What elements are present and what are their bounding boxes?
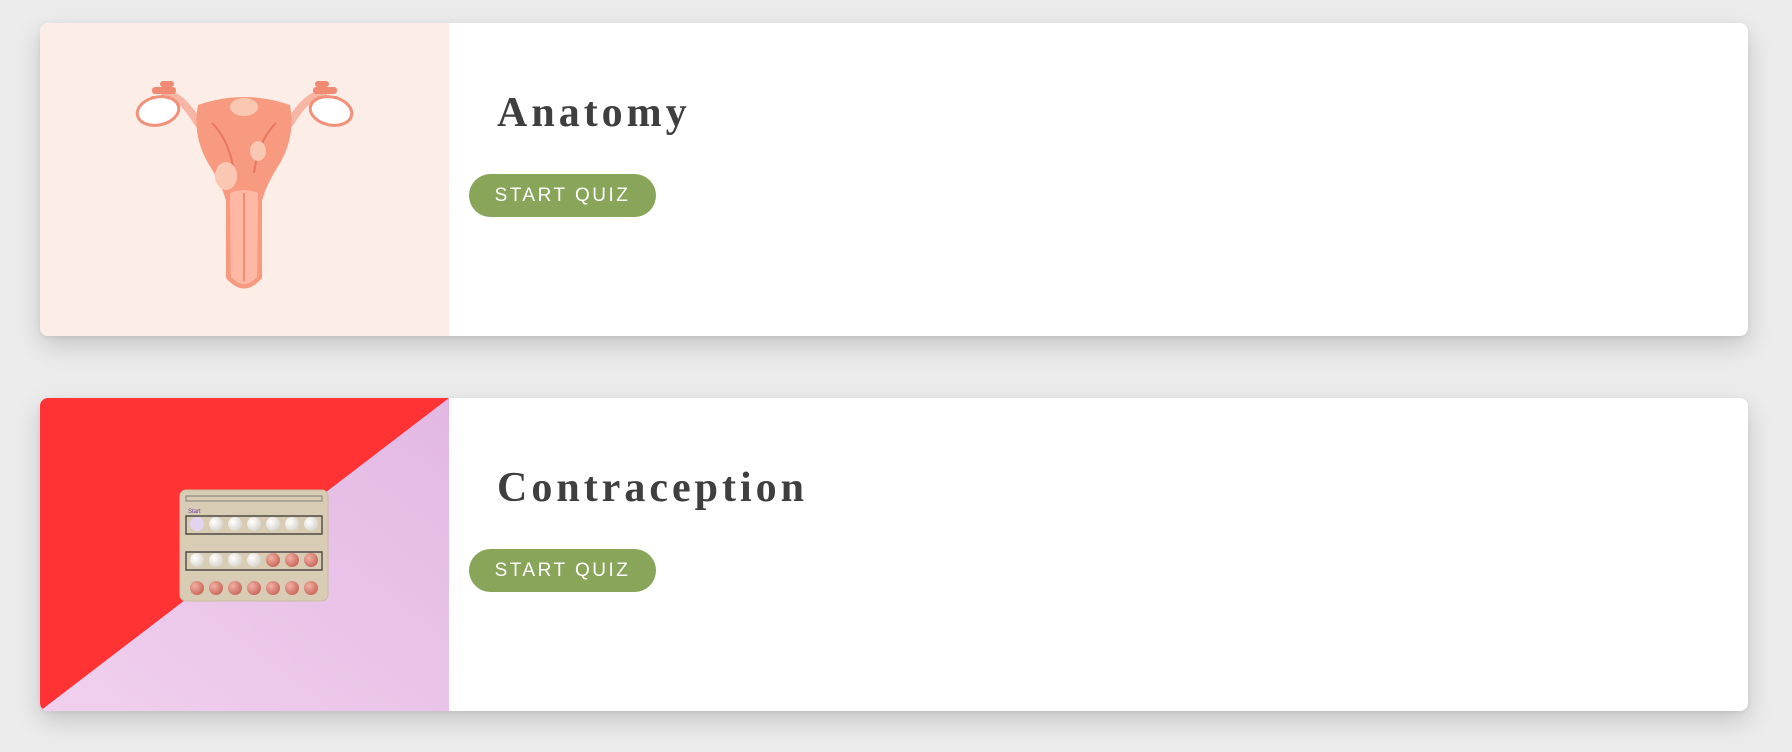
uterus-illustration-icon — [40, 23, 449, 336]
start-quiz-button[interactable]: START QUIZ — [469, 174, 656, 217]
quiz-title: Contraception — [497, 465, 808, 511]
contraception-image: Start — [40, 398, 449, 711]
birth-control-pill-pack-icon: Start — [40, 398, 449, 711]
start-quiz-button[interactable]: START QUIZ — [469, 549, 656, 592]
quiz-card-anatomy: Anatomy START QUIZ — [40, 23, 1748, 336]
pill-pack-start-label: Start — [188, 509, 201, 515]
quiz-card-contraception: Start Contraception START QUIZ — [40, 398, 1748, 711]
quiz-title: Anatomy — [497, 90, 691, 136]
anatomy-image — [40, 23, 449, 336]
